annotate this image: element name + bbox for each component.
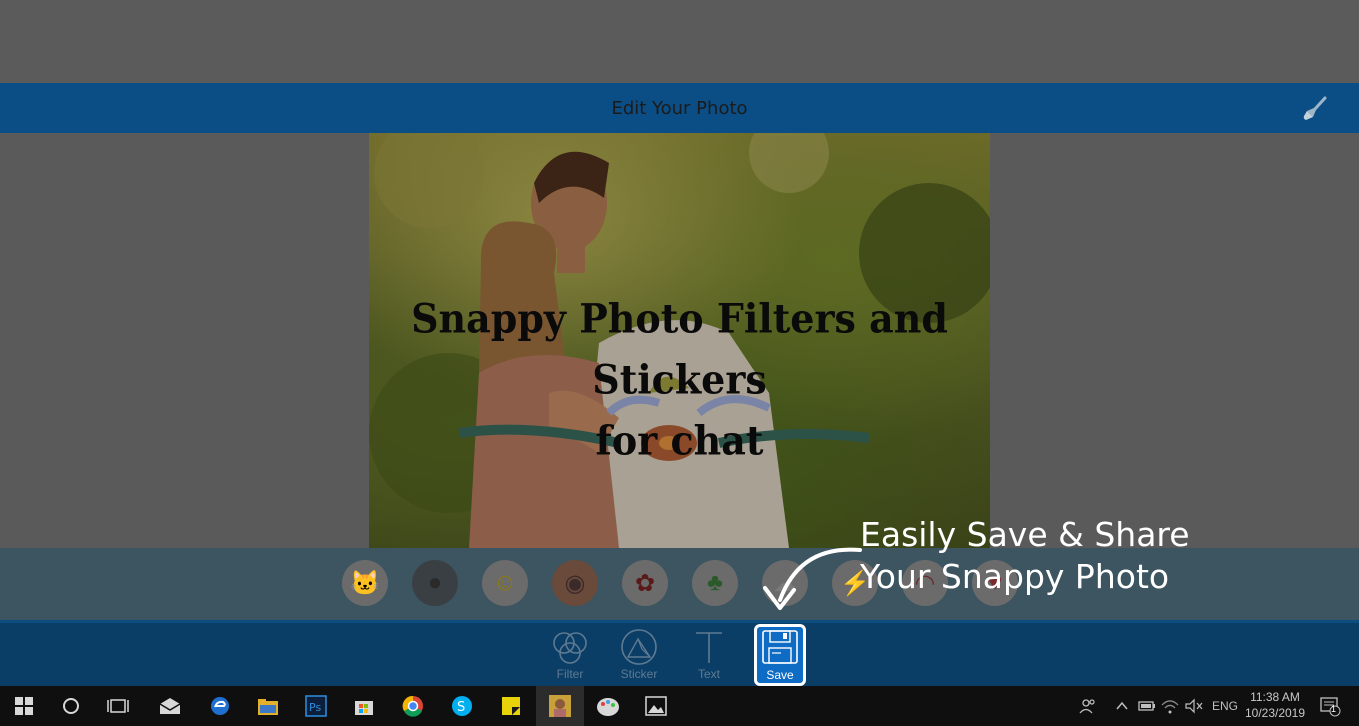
callout-line-1: Easily Save & Share <box>860 515 1190 554</box>
smiley-sticker[interactable]: ☺ <box>482 560 528 606</box>
girl-face-sticker[interactable]: ● <box>412 560 458 606</box>
language-indicator[interactable]: ENG <box>1212 699 1238 713</box>
girl-glasses-sticker[interactable]: ◉ <box>552 560 598 606</box>
filter-label: Filter <box>556 667 584 681</box>
red-flower-sticker[interactable]: ✿ <box>622 560 668 606</box>
bunny-sticker[interactable]: ♣ <box>692 560 738 606</box>
chrome-icon[interactable] <box>401 694 425 718</box>
sticky-notes-icon[interactable] <box>499 694 523 718</box>
save-button[interactable]: Save <box>754 624 806 686</box>
text-label: Text <box>697 667 720 681</box>
text-icon <box>696 632 722 663</box>
notification-count: 1 <box>1331 704 1337 714</box>
title-bar: Edit Your Photo <box>0 83 1359 133</box>
skype-icon[interactable]: S <box>450 694 474 718</box>
caption-line-2: for chat <box>595 416 764 464</box>
cortana-icon[interactable] <box>59 694 83 718</box>
wifi-icon[interactable] <box>1158 694 1182 718</box>
people-icon[interactable] <box>1076 694 1100 718</box>
battery-icon[interactable] <box>1135 694 1159 718</box>
edited-photo[interactable]: Snappy Photo Filters and Stickers for ch… <box>369 133 990 548</box>
paint-icon[interactable] <box>596 694 620 718</box>
svg-text:Ps: Ps <box>309 701 321 714</box>
file-explorer-icon[interactable] <box>256 694 280 718</box>
brush-icon[interactable] <box>1301 95 1329 123</box>
sticker-icon <box>621 629 657 665</box>
caption-line-1: Snappy Photo Filters and Stickers <box>411 294 948 404</box>
save-label: Save <box>766 668 794 682</box>
top-blank-area <box>0 0 1359 83</box>
filter-icon <box>553 632 587 664</box>
page-title: Edit Your Photo <box>611 97 748 119</box>
windows-start-icon[interactable] <box>12 694 36 718</box>
windows-taskbar: Ps S ENG 11:38 AM 10/23/2019 1 <box>0 686 1359 726</box>
snappy-photo-app-icon[interactable] <box>548 694 572 718</box>
edge-browser-icon[interactable] <box>208 694 232 718</box>
svg-text:S: S <box>457 700 465 715</box>
save-callout: Easily Save & Share Your Snappy Photo <box>860 514 1190 598</box>
task-view-icon[interactable] <box>106 694 130 718</box>
photo-caption[interactable]: Snappy Photo Filters and Stickers for ch… <box>369 289 990 472</box>
volume-muted-icon[interactable] <box>1182 694 1206 718</box>
text-button[interactable]: Text <box>684 627 734 683</box>
store-icon[interactable] <box>352 694 376 718</box>
chevron-up-icon[interactable] <box>1110 694 1134 718</box>
cat-sticker[interactable]: 🐱 <box>342 560 388 606</box>
sticker-label: Sticker <box>620 667 658 681</box>
bottom-toolbar: Filter Sticker Text Save <box>0 620 1359 687</box>
clock-date: 10/23/2019 <box>1244 706 1306 720</box>
sticker-button[interactable]: Sticker <box>614 627 664 683</box>
photoshop-icon[interactable]: Ps <box>304 694 328 718</box>
photos-icon[interactable] <box>644 694 668 718</box>
callout-arrow-icon <box>763 547 862 610</box>
floppy-disk-icon <box>762 630 798 664</box>
callout-line-2: Your Snappy Photo <box>860 557 1170 596</box>
clock-time: 11:38 AM <box>1250 690 1300 704</box>
filter-button[interactable]: Filter <box>545 627 595 683</box>
notification-center-icon[interactable]: 1 <box>1318 694 1342 718</box>
system-clock[interactable]: 11:38 AM 10/23/2019 <box>1242 689 1308 721</box>
mail-icon[interactable] <box>158 694 182 718</box>
